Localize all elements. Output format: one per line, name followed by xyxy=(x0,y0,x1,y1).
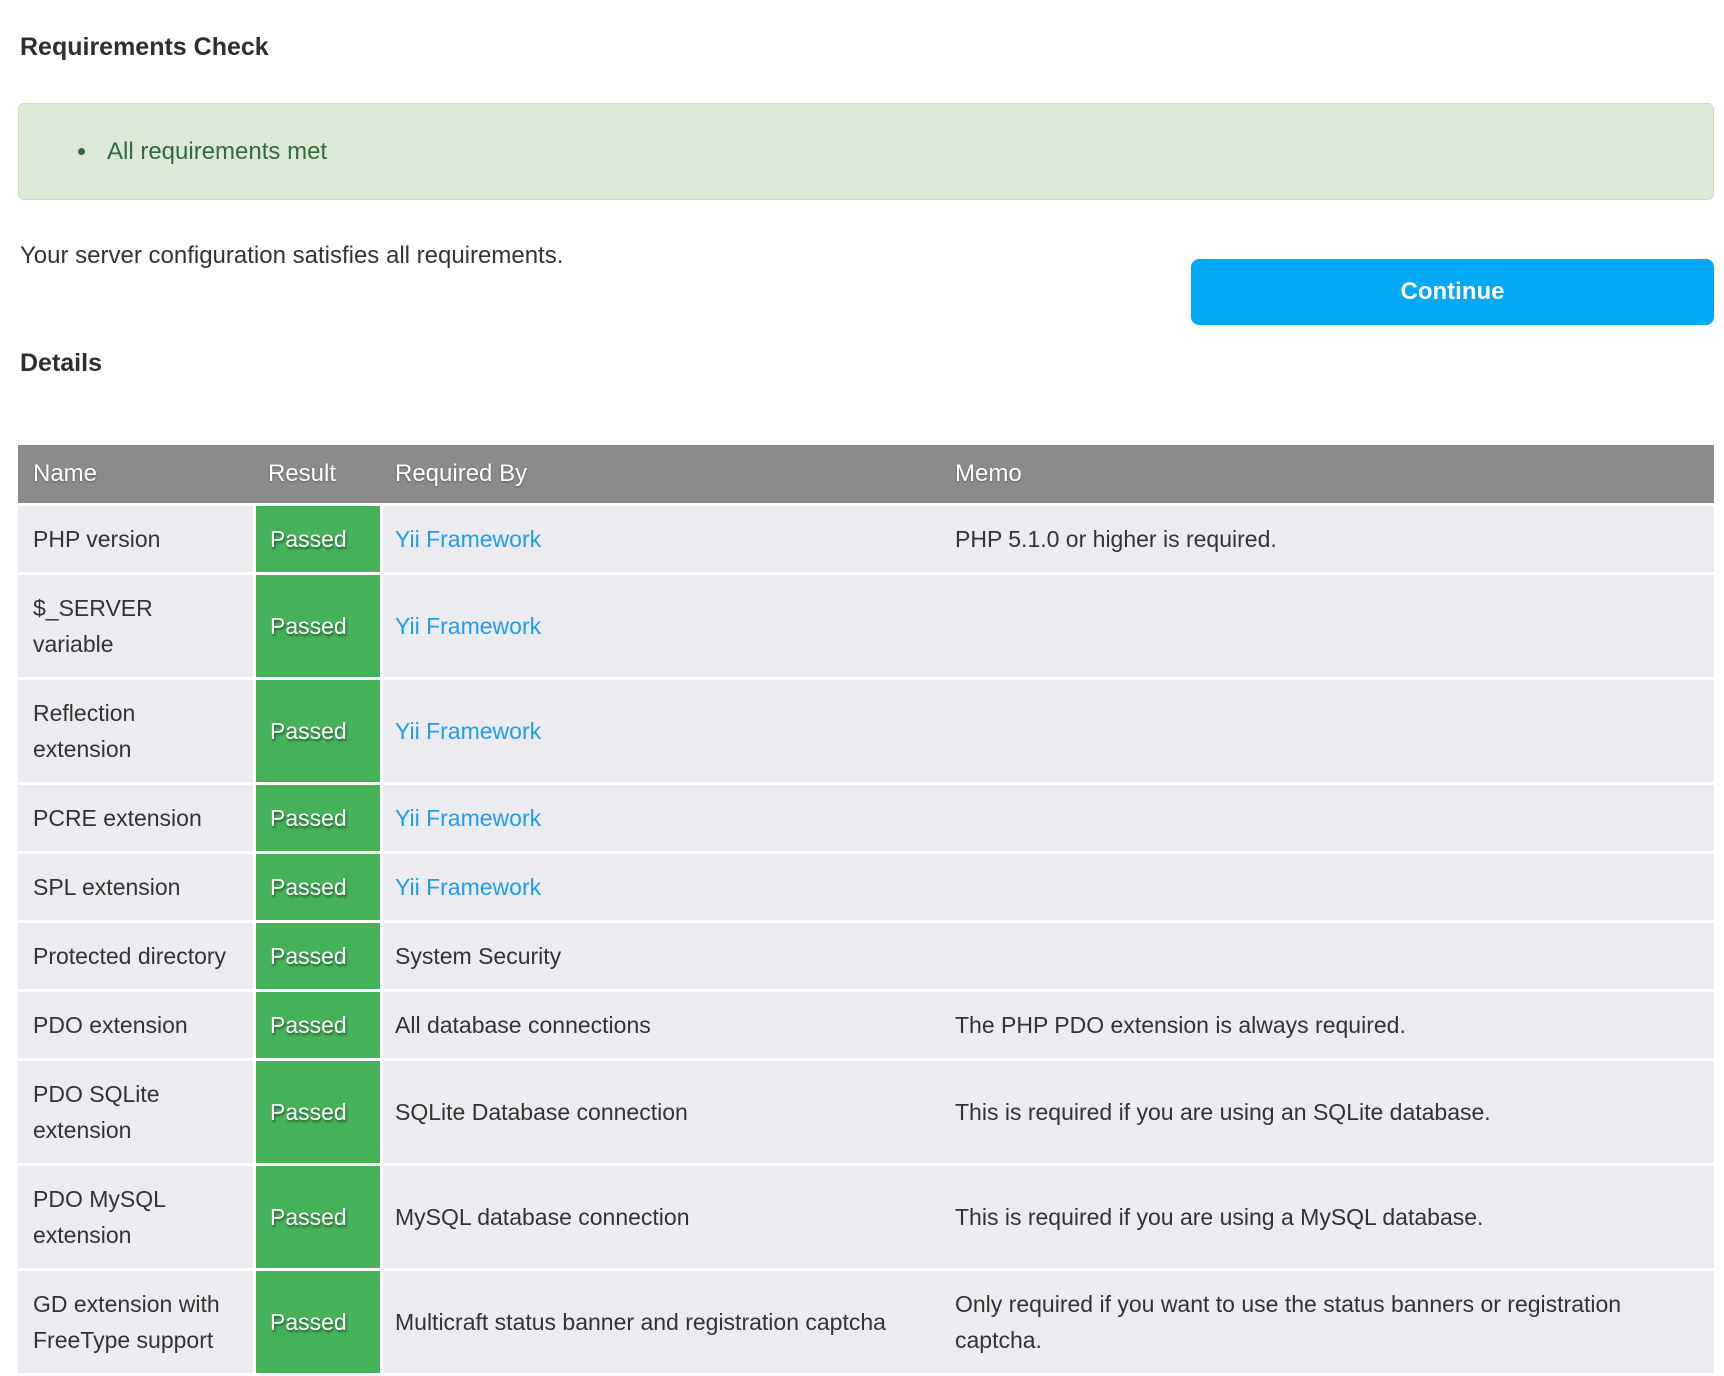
required-by-cell: Yii Framework xyxy=(383,854,943,920)
table-row: $_SERVER variable Passed Yii Framework xyxy=(18,575,1714,677)
memo-cell: This is required if you are using a MySQ… xyxy=(943,1166,1714,1268)
result-badge: Passed xyxy=(253,1271,383,1373)
required-by-cell: Multicraft status banner and registratio… xyxy=(383,1271,943,1373)
required-by-cell: System Security xyxy=(383,923,943,989)
required-by-link[interactable]: Yii Framework xyxy=(395,526,541,552)
result-badge: Passed xyxy=(253,992,383,1058)
status-list: All requirements met xyxy=(19,137,1713,166)
memo-cell: Only required if you want to use the sta… xyxy=(943,1271,1714,1373)
table-row: Protected directory Passed System Securi… xyxy=(18,923,1714,989)
requirement-name-cell: PDO extension xyxy=(18,992,253,1058)
requirement-name-cell: Protected directory xyxy=(18,923,253,989)
table-row: PDO MySQL extension Passed MySQL databas… xyxy=(18,1166,1714,1268)
memo-cell xyxy=(943,785,1714,851)
result-badge: Passed xyxy=(253,1061,383,1163)
requirement-name-cell: PDO MySQL extension xyxy=(18,1166,253,1268)
continue-button[interactable]: Continue xyxy=(1191,259,1714,325)
required-by-cell: Yii Framework xyxy=(383,506,943,572)
column-header-name: Name xyxy=(18,445,253,503)
requirement-name-cell: Reflection extension xyxy=(18,680,253,782)
memo-cell: This is required if you are using an SQL… xyxy=(943,1061,1714,1163)
column-header-required-by: Required By xyxy=(383,445,943,503)
column-header-memo: Memo xyxy=(943,445,1714,503)
summary-row: Your server configuration satisfies all … xyxy=(18,241,1714,325)
memo-cell xyxy=(943,923,1714,989)
memo-cell: PHP 5.1.0 or higher is required. xyxy=(943,506,1714,572)
required-by-link[interactable]: Yii Framework xyxy=(395,718,541,744)
column-header-result: Result xyxy=(253,445,383,503)
result-badge: Passed xyxy=(253,785,383,851)
requirement-name-cell: PCRE extension xyxy=(18,785,253,851)
memo-cell xyxy=(943,854,1714,920)
requirement-name-cell: $_SERVER variable xyxy=(18,575,253,677)
required-by-link[interactable]: Yii Framework xyxy=(395,805,541,831)
required-by-cell: SQLite Database connection xyxy=(383,1061,943,1163)
result-badge: Passed xyxy=(253,854,383,920)
table-row: Reflection extension Passed Yii Framewor… xyxy=(18,680,1714,782)
table-row: PDO SQLite extension Passed SQLite Datab… xyxy=(18,1061,1714,1163)
required-by-cell: Yii Framework xyxy=(383,785,943,851)
table-row: PHP version Passed Yii Framework PHP 5.1… xyxy=(18,506,1714,572)
required-by-cell: MySQL database connection xyxy=(383,1166,943,1268)
result-badge: Passed xyxy=(253,923,383,989)
memo-cell xyxy=(943,680,1714,782)
required-by-cell: All database connections xyxy=(383,992,943,1058)
table-row: GD extension with FreeType support Passe… xyxy=(18,1271,1714,1373)
requirements-table: Name Result Required By Memo PHP version… xyxy=(18,442,1714,1376)
status-alert: All requirements met xyxy=(18,103,1714,200)
table-row: PDO extension Passed All database connec… xyxy=(18,992,1714,1058)
result-badge: Passed xyxy=(253,680,383,782)
result-badge: Passed xyxy=(253,575,383,677)
result-badge: Passed xyxy=(253,506,383,572)
details-heading: Details xyxy=(18,349,1714,378)
required-by-cell: Yii Framework xyxy=(383,575,943,677)
memo-cell: The PHP PDO extension is always required… xyxy=(943,992,1714,1058)
requirement-name-cell: SPL extension xyxy=(18,854,253,920)
summary-text: Your server configuration satisfies all … xyxy=(18,241,1191,271)
table-header-row: Name Result Required By Memo xyxy=(18,445,1714,503)
required-by-cell: Yii Framework xyxy=(383,680,943,782)
requirement-name-cell: GD extension with FreeType support xyxy=(18,1271,253,1373)
table-row: PCRE extension Passed Yii Framework xyxy=(18,785,1714,851)
memo-cell xyxy=(943,575,1714,677)
status-message: All requirements met xyxy=(99,137,1713,166)
requirement-name-cell: PDO SQLite extension xyxy=(18,1061,253,1163)
required-by-link[interactable]: Yii Framework xyxy=(395,874,541,900)
page-title: Requirements Check xyxy=(18,33,1714,62)
required-by-link[interactable]: Yii Framework xyxy=(395,613,541,639)
requirement-name-cell: PHP version xyxy=(18,506,253,572)
table-row: SPL extension Passed Yii Framework xyxy=(18,854,1714,920)
result-badge: Passed xyxy=(253,1166,383,1268)
